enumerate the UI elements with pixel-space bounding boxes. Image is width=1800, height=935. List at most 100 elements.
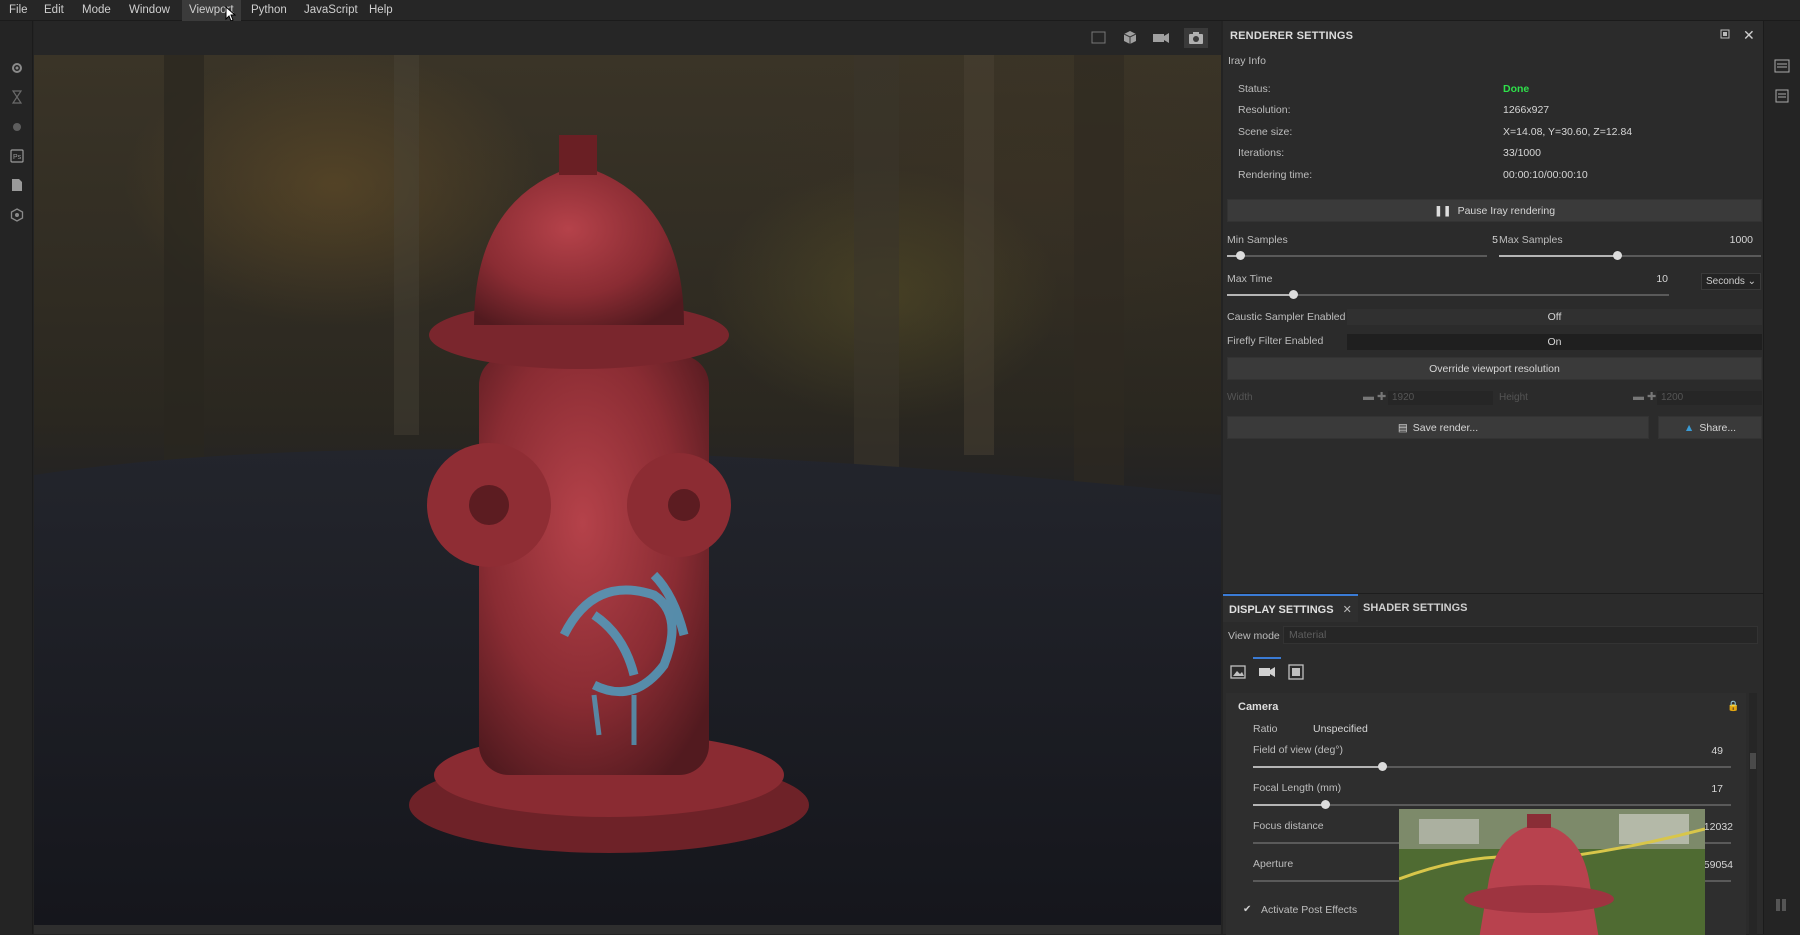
max-samples-value: 1000: [1729, 234, 1753, 246]
max-samples-knob[interactable]: [1612, 251, 1622, 260]
iterations-value: 33/1000: [1503, 147, 1541, 159]
share-icon: ▲: [1683, 421, 1695, 434]
lock-icon[interactable]: 🔒: [1727, 701, 1739, 712]
override-resolution-button[interactable]: Override viewport resolution: [1227, 357, 1762, 380]
max-samples-fill: [1499, 255, 1617, 257]
camera-tab-indicator: [1253, 657, 1281, 659]
focus-distance-label: Focus distance: [1253, 820, 1324, 832]
share-button[interactable]: ▲ Share...: [1658, 416, 1762, 439]
right-side-strip: [1763, 21, 1800, 934]
float-panel-icon[interactable]: [1720, 29, 1730, 42]
min-samples-slider[interactable]: [1227, 251, 1487, 260]
fov-label: Field of view (deg°): [1253, 744, 1343, 756]
cube-icon[interactable]: [1119, 28, 1141, 48]
fov-slider[interactable]: [1253, 762, 1731, 771]
height-field[interactable]: 1200: [1657, 391, 1762, 405]
camera-view-icon[interactable]: [1150, 28, 1172, 48]
status-label: Status:: [1238, 83, 1271, 95]
max-time-knob[interactable]: [1289, 290, 1299, 299]
image-icon[interactable]: [1230, 665, 1246, 682]
tab-display-settings-label: DISPLAY SETTINGS: [1229, 604, 1334, 616]
scrollbar[interactable]: [1749, 693, 1757, 935]
fov-fill: [1253, 766, 1383, 768]
screenshot-camera-icon[interactable]: [1184, 28, 1208, 48]
gear-icon[interactable]: [9, 60, 25, 76]
fullscreen-icon[interactable]: [1288, 664, 1304, 683]
focal-length-label: Focal Length (mm): [1253, 782, 1342, 794]
tab-shader-settings[interactable]: SHADER SETTINGS: [1357, 594, 1474, 622]
menu-edit[interactable]: Edit: [37, 0, 71, 21]
photoshop-icon[interactable]: Ps: [9, 148, 25, 164]
save-render-button[interactable]: ▤ Save render...: [1227, 416, 1649, 439]
width-stepper-icons[interactable]: ▬ ✚: [1363, 390, 1386, 403]
scrollbar-thumb[interactable]: [1750, 753, 1756, 769]
focal-length-knob[interactable]: [1320, 800, 1330, 809]
width-field[interactable]: 1920: [1388, 391, 1493, 405]
menu-file[interactable]: File: [2, 0, 35, 21]
menu-window[interactable]: Window: [122, 0, 177, 21]
video-camera-icon[interactable]: [1258, 665, 1276, 682]
firefly-label: Firefly Filter Enabled: [1227, 335, 1324, 347]
hexagon-settings-icon[interactable]: [9, 207, 25, 223]
chevron-down-icon: ⌄: [1747, 276, 1756, 287]
display-settings-panel: DISPLAY SETTINGS ✕ SHADER SETTINGS View …: [1223, 593, 1763, 935]
pause-iray-button[interactable]: ❚❚ Pause Iray rendering: [1227, 199, 1762, 222]
preview-thumbnail: [1399, 809, 1705, 935]
menu-python[interactable]: Python: [244, 0, 294, 21]
max-time-label: Max Time: [1227, 273, 1273, 285]
max-time-value: 10: [1656, 273, 1668, 285]
share-label: Share...: [1699, 421, 1737, 434]
status-value: Done: [1503, 83, 1530, 95]
view-mode-select[interactable]: Material: [1283, 626, 1758, 644]
hourglass-icon[interactable]: [9, 89, 25, 105]
scene-size-label: Scene size:: [1238, 126, 1293, 138]
max-samples-slider[interactable]: [1499, 251, 1761, 260]
caustic-toggle[interactable]: Off: [1347, 309, 1762, 325]
view-mode-label: View mode: [1228, 630, 1280, 642]
notes-icon[interactable]: [1775, 89, 1789, 106]
close-icon[interactable]: ✕: [1743, 27, 1755, 44]
save-render-label: Save render...: [1412, 421, 1479, 434]
max-time-fill: [1227, 294, 1294, 296]
max-samples-label: Max Samples: [1499, 234, 1563, 246]
checkmark-icon[interactable]: ✔: [1243, 904, 1251, 915]
min-samples-knob[interactable]: [1236, 251, 1245, 260]
fov-value: 49: [1711, 745, 1723, 757]
collapse-panel-icon[interactable]: [1774, 898, 1788, 915]
fov-knob[interactable]: [1378, 762, 1388, 771]
tab-display-settings[interactable]: DISPLAY SETTINGS ✕: [1223, 594, 1358, 622]
mouse-cursor-icon: [225, 6, 236, 22]
viewport-bottom-bar: [34, 925, 1221, 934]
ratio-value: Unspecified: [1313, 723, 1368, 735]
firefly-toggle[interactable]: On: [1347, 334, 1762, 350]
height-stepper-icons[interactable]: ▬ ✚: [1633, 390, 1656, 403]
preview-photo: [1399, 809, 1705, 935]
menu-javascript[interactable]: JavaScript: [297, 0, 365, 21]
menu-mode[interactable]: Mode: [75, 0, 118, 21]
camera-title: Camera: [1238, 701, 1279, 713]
save-icon: ▤: [1397, 421, 1408, 434]
viewport-toolbar: [34, 21, 1221, 55]
menu-bar: File Edit Mode Window Viewport Python Ja…: [0, 0, 1800, 22]
post-effects-label: Activate Post Effects: [1261, 904, 1358, 916]
focal-length-slider[interactable]: [1253, 800, 1731, 809]
height-label: Height: [1499, 392, 1528, 403]
list-panel-icon[interactable]: [1774, 59, 1790, 76]
menu-help[interactable]: Help: [362, 0, 400, 21]
settings-small-icon[interactable]: [9, 119, 25, 135]
caustic-label: Caustic Sampler Enabled: [1227, 311, 1346, 323]
time-unit-select[interactable]: Seconds ⌄: [1701, 273, 1761, 290]
iterations-label: Iterations:: [1238, 147, 1285, 159]
focal-length-value: 17: [1711, 783, 1723, 795]
frame-icon[interactable]: [1088, 28, 1110, 48]
scene-size-value: X=14.08, Y=30.60, Z=12.84: [1503, 126, 1633, 138]
max-time-slider[interactable]: [1227, 290, 1669, 299]
ratio-label: Ratio: [1253, 723, 1278, 735]
iray-info-header: Iray Info: [1228, 55, 1266, 67]
close-tab-icon[interactable]: ✕: [1343, 604, 1352, 616]
renderer-settings-title: RENDERER SETTINGS: [1230, 30, 1354, 42]
pause-icon: ❚❚: [1433, 204, 1452, 217]
document-icon[interactable]: [9, 177, 25, 193]
render-viewport[interactable]: [34, 55, 1221, 925]
renderer-settings-panel: RENDERER SETTINGS ✕ Iray Info Status: Do…: [1223, 21, 1763, 593]
